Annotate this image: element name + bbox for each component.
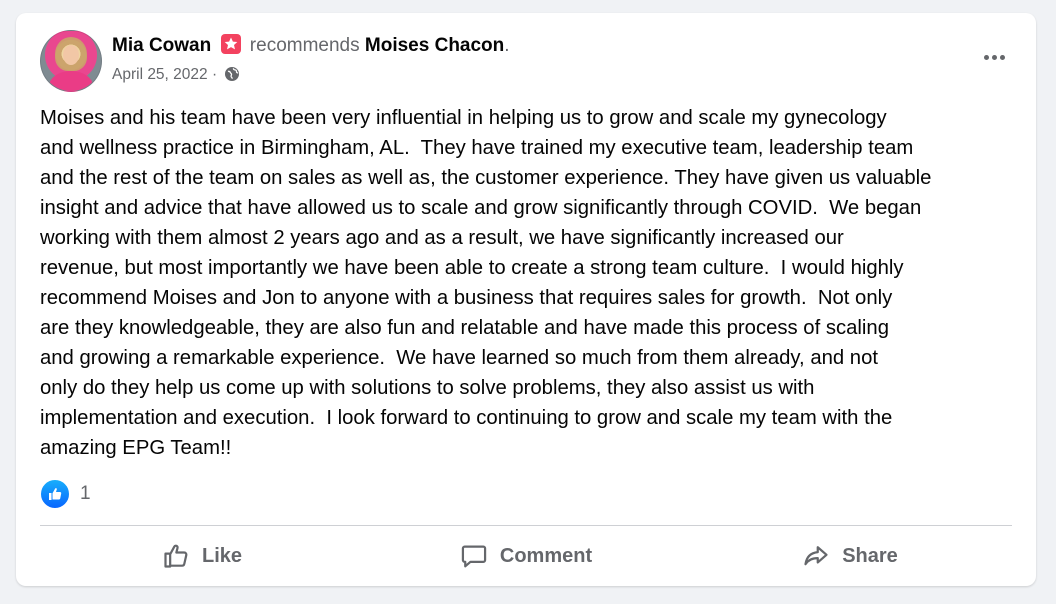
reactions-summary[interactable]: 1 [40,479,91,509]
post-actions: Like Comment Share [40,533,1012,579]
globe-icon[interactable] [224,66,240,88]
recommended-page-link[interactable]: Moises Chacon [365,35,504,56]
recommends-text: recommends [249,35,360,56]
share-label: Share [842,544,898,567]
post-date[interactable]: April 25, 2022 [112,66,208,83]
like-label: Like [201,544,243,567]
post-card: Mia Cowan recommends Moises Chacon. Apri… [16,13,1036,586]
author-avatar[interactable] [40,30,102,92]
thumbs-up-icon [164,544,188,568]
comment-button[interactable]: Comment [364,533,688,579]
trailing-punctuation: . [504,35,510,56]
comment-icon [461,545,487,568]
comment-label: Comment [499,544,593,567]
actions-divider [40,525,1012,526]
avatar-face [63,45,79,65]
share-button[interactable]: Share [688,533,1012,579]
meta-separator: · [211,66,218,83]
more-dot-icon [991,54,997,60]
star-badge-icon [220,34,241,54]
like-reaction-icon [40,479,70,509]
avatar-shirt [49,71,93,91]
more-options-button[interactable] [976,39,1012,75]
share-icon [804,546,828,566]
more-dot-icon [983,54,989,60]
author-name[interactable]: Mia Cowan [112,35,211,56]
post-header: Mia Cowan recommends Moises Chacon. [112,34,510,58]
post-meta: April 25, 2022 · [112,65,240,88]
like-button[interactable]: Like [40,533,364,579]
reaction-count[interactable]: 1 [80,483,91,505]
post-body: Moises and his team have been very influ… [40,107,932,459]
more-dot-icon [999,54,1005,60]
